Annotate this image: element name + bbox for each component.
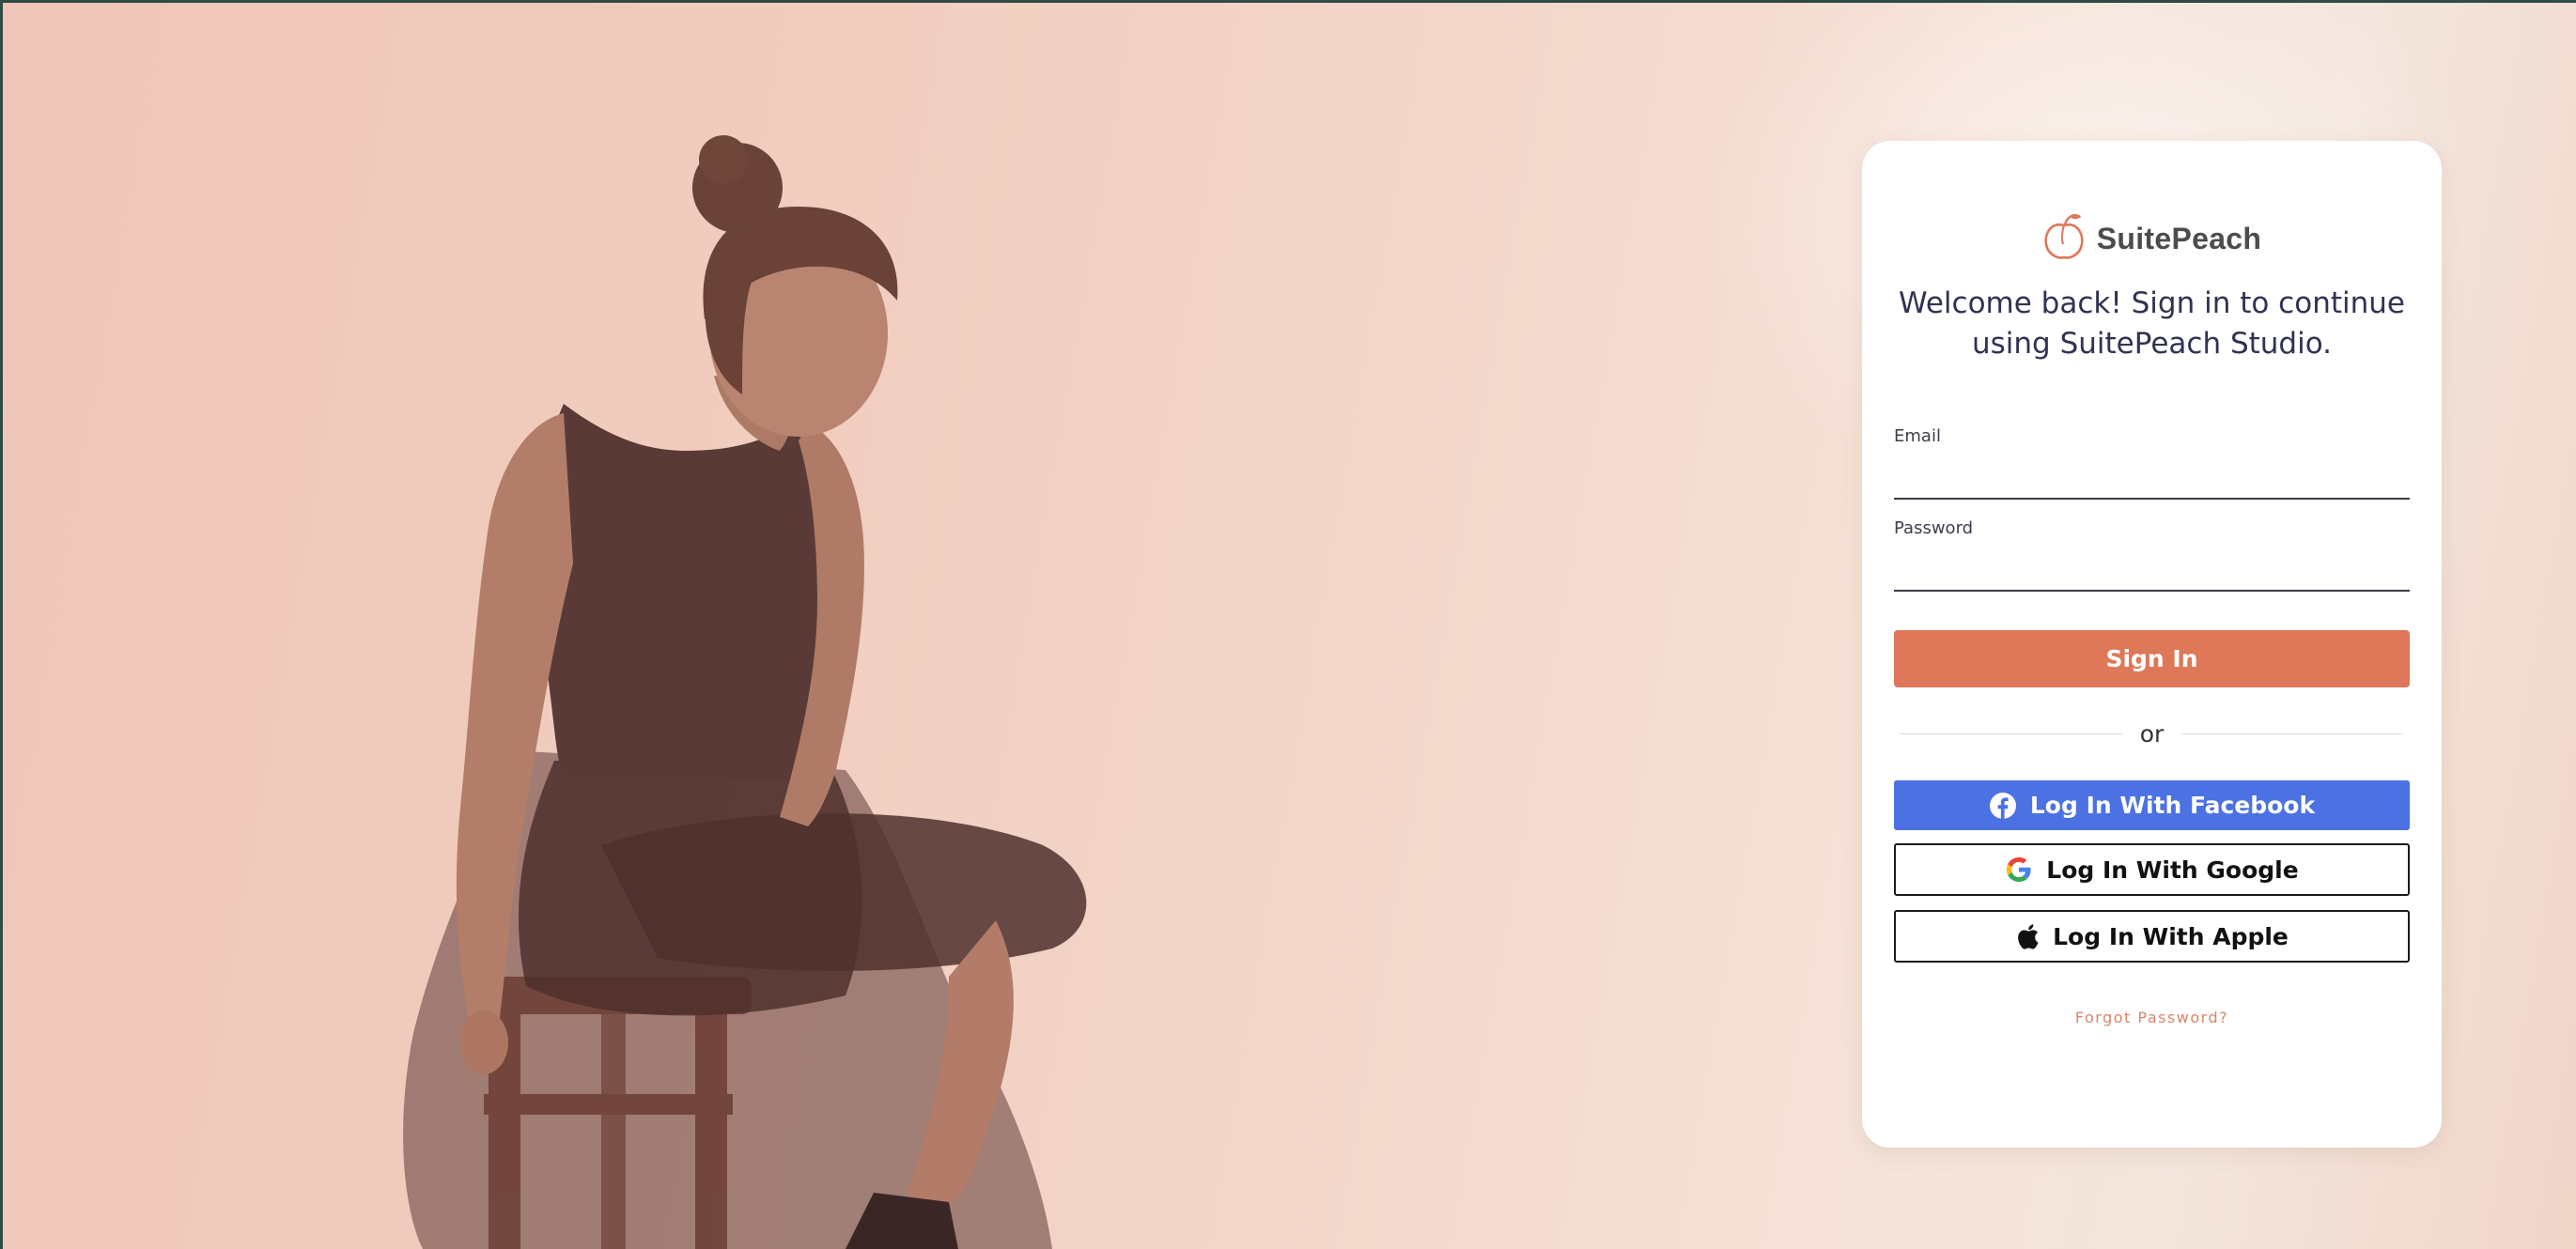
password-field[interactable] bbox=[1894, 556, 2410, 592]
welcome-line-1: Welcome back! Sign in to continue bbox=[1899, 286, 2405, 320]
facebook-icon bbox=[1989, 792, 2017, 820]
email-field[interactable] bbox=[1894, 464, 2410, 500]
google-login-label: Log In With Google bbox=[2046, 856, 2299, 884]
apple-login-button[interactable]: Log In With Apple bbox=[1894, 910, 2410, 963]
email-label: Email bbox=[1894, 426, 1941, 446]
login-page: SuitePeach Welcome back! Sign in to cont… bbox=[0, 0, 2576, 1249]
brand-name: SuitePeach bbox=[2096, 221, 2262, 255]
brand-header: SuitePeach bbox=[1862, 212, 2442, 265]
welcome-line-2: using SuitePeach Studio. bbox=[1971, 327, 2332, 361]
google-icon bbox=[2005, 856, 2033, 884]
facebook-login-label: Log In With Facebook bbox=[2029, 792, 2316, 819]
forgot-password-link[interactable]: Forgot Password? bbox=[1862, 1009, 2442, 1026]
sign-in-label: Sign In bbox=[2105, 645, 2198, 672]
top-border bbox=[0, 0, 2576, 3]
sign-in-button[interactable]: Sign In bbox=[1894, 630, 2410, 687]
google-login-button[interactable]: Log In With Google bbox=[1894, 843, 2410, 896]
login-card: SuitePeach Welcome back! Sign in to cont… bbox=[1862, 141, 2442, 1148]
or-divider: or bbox=[1900, 717, 2405, 750]
divider-text: or bbox=[2139, 719, 2165, 748]
divider-line-right bbox=[2180, 732, 2405, 734]
background-photo bbox=[403, 135, 1087, 1249]
welcome-message: Welcome back! Sign in to continue using … bbox=[1890, 284, 2413, 364]
left-border bbox=[0, 0, 3, 1249]
divider-line-left bbox=[1900, 732, 2123, 734]
facebook-login-button[interactable]: Log In With Facebook bbox=[1894, 780, 2410, 830]
peach-icon bbox=[2042, 212, 2086, 265]
password-label: Password bbox=[1894, 518, 1974, 538]
apple-login-label: Log In With Apple bbox=[2053, 922, 2289, 950]
apple-icon bbox=[2015, 922, 2040, 950]
